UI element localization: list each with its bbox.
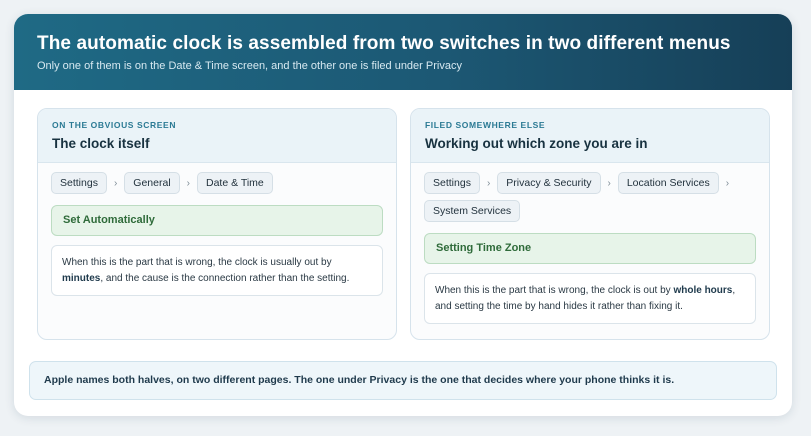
note-text: When this is the part that is wrong, the… (435, 285, 674, 296)
chevron-right-icon: › (725, 177, 730, 189)
note-emphasis: whole hours (673, 285, 733, 296)
explainer-card: The automatic clock is assembled from tw… (14, 14, 792, 416)
note-emphasis: minutes (62, 272, 101, 284)
panel-date-time: ON THE OBVIOUS SCREEN The clock itself S… (37, 108, 397, 340)
path-chip-settings[interactable]: Settings (51, 172, 107, 194)
panel-kicker: ON THE OBVIOUS SCREEN (52, 120, 177, 130)
explanation-note: When this is the part that is wrong, the… (51, 245, 383, 296)
path-chip-privacy-security[interactable]: Privacy & Security (497, 172, 601, 194)
note-text: When this is the part that is wrong, the… (62, 257, 332, 268)
path-chip-system-services[interactable]: System Services (424, 200, 521, 222)
settings-path: Settings › Privacy & Security › Location… (424, 172, 756, 222)
path-chip-location-services[interactable]: Location Services (617, 172, 719, 194)
set-automatically-toggle[interactable]: Set Automatically (51, 205, 383, 236)
chevron-right-icon: › (186, 177, 190, 189)
header-banner: The automatic clock is assembled from tw… (14, 14, 792, 90)
path-chip-date-time[interactable]: Date & Time (197, 172, 273, 194)
panel-header: FILED SOMEWHERE ELSE Working out which z… (411, 109, 769, 163)
chevron-right-icon: › (113, 177, 118, 189)
summary-callout: Apple names both halves, on two differen… (29, 361, 777, 400)
note-text: , and the cause is the connection rather… (100, 272, 350, 284)
path-chip-general[interactable]: General (124, 172, 180, 194)
panel-title: The clock itself (52, 136, 150, 151)
chevron-right-icon: › (607, 177, 611, 189)
page-subtitle: Only one of them is on the Date & Time s… (37, 60, 462, 72)
explanation-note: When this is the part that is wrong, the… (424, 273, 756, 324)
panel-time-zone: FILED SOMEWHERE ELSE Working out which z… (410, 108, 770, 340)
setting-time-zone-toggle[interactable]: Setting Time Zone (424, 233, 756, 264)
panel-header: ON THE OBVIOUS SCREEN The clock itself (38, 109, 396, 163)
panel-kicker: FILED SOMEWHERE ELSE (425, 120, 546, 130)
settings-path: Settings › General › Date & Time (51, 172, 383, 194)
page-title: The automatic clock is assembled from tw… (37, 33, 731, 54)
panel-title: Working out which zone you are in (425, 136, 648, 151)
path-chip-settings[interactable]: Settings (424, 172, 480, 194)
chevron-right-icon: › (486, 177, 491, 189)
